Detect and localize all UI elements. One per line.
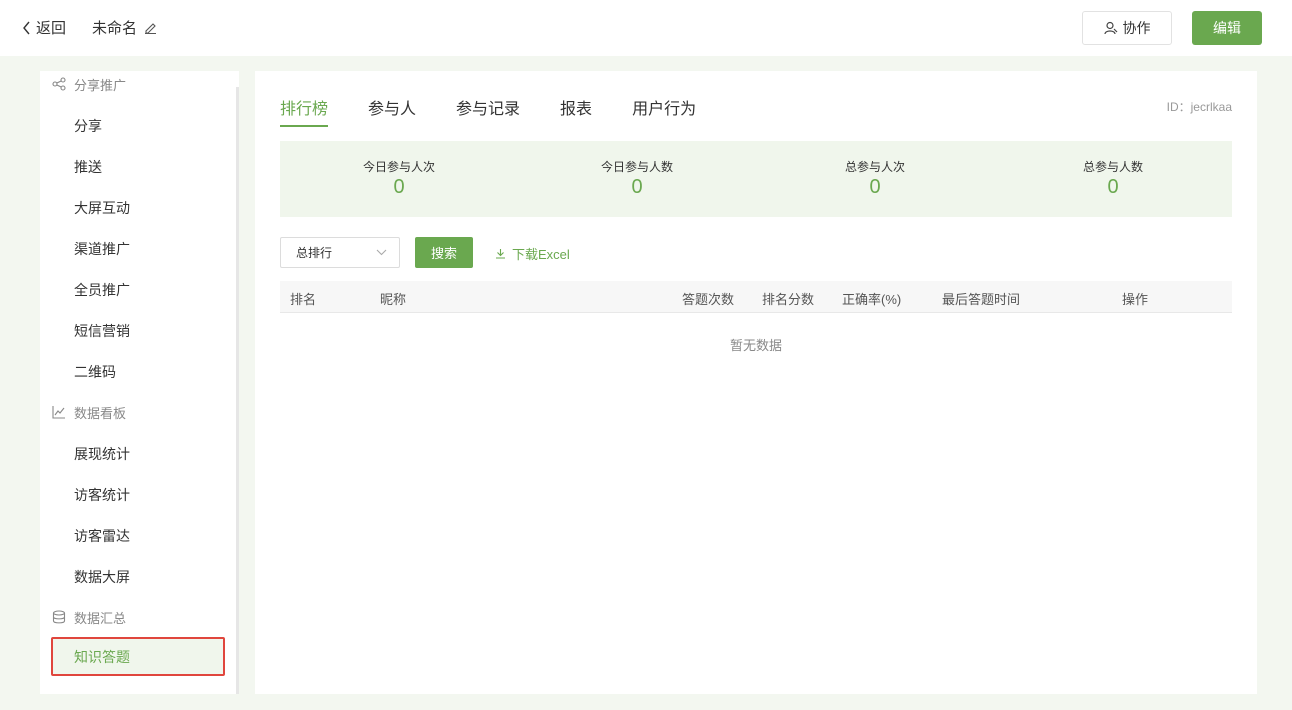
download-label: 下载Excel	[512, 246, 570, 262]
stat-label: 总参与人次	[844, 160, 905, 174]
stat-today-visits: 今日参与人次 0	[280, 141, 518, 217]
stat-value: 0	[1107, 176, 1119, 198]
database-icon	[52, 610, 66, 624]
back-button[interactable]: 返回	[22, 17, 66, 38]
stat-label: 总参与人数	[1082, 160, 1143, 174]
stat-value: 0	[393, 176, 405, 198]
tab-leaderboard[interactable]: 排行榜	[280, 95, 329, 127]
column-answer-count: 答题次数	[682, 292, 735, 307]
ranking-type-select[interactable]: 总排行	[280, 237, 400, 268]
stat-total-visits: 总参与人次 0	[756, 141, 994, 217]
line-chart-icon	[52, 406, 65, 419]
sidebar-item-sms-marketing[interactable]: 短信营销	[74, 320, 130, 342]
tab-participants[interactable]: 参与人	[368, 95, 416, 127]
collaborate-label: 协作	[1122, 20, 1151, 36]
stats-panel: 今日参与人次 0 今日参与人数 0 总参与人次 0 总参与人数 0	[280, 141, 1232, 217]
sidebar: 分享推广 分享 推送 大屏互动 渠道推广 全员推广 短信营销 二维码 数据看板 …	[40, 71, 239, 694]
stat-label: 今日参与人数	[600, 160, 673, 174]
sidebar-item-share[interactable]: 分享	[74, 115, 102, 137]
sidebar-group-summary: 数据汇总	[40, 604, 220, 630]
search-button[interactable]: 搜索	[415, 237, 473, 268]
back-label: 返回	[36, 20, 67, 37]
tab-report[interactable]: 报表	[560, 95, 592, 127]
column-last-answer-time: 最后答题时间	[942, 292, 1021, 307]
column-rank-score: 排名分数	[762, 292, 815, 307]
empty-state-text: 暂无数据	[729, 338, 782, 353]
chevron-left-icon	[23, 21, 30, 34]
sidebar-group-dashboard: 数据看板	[40, 399, 220, 425]
page-title: 未命名	[92, 20, 138, 37]
column-nickname: 昵称	[380, 292, 407, 307]
tab-participation-records[interactable]: 参与记录	[456, 95, 520, 127]
sidebar-item-display-stats[interactable]: 展现统计	[74, 443, 130, 465]
column-rank: 排名	[290, 292, 317, 307]
stat-value: 0	[631, 176, 643, 198]
share-icon	[52, 77, 66, 91]
sidebar-item-staff-promotion[interactable]: 全员推广	[74, 279, 130, 301]
sidebar-item-bigscreen-interaction[interactable]: 大屏互动	[74, 197, 130, 219]
collaborate-button[interactable]: 协作	[1082, 11, 1172, 45]
sidebar-item-quiz[interactable]: 知识答题	[51, 637, 225, 676]
sidebar-item-visitor-stats[interactable]: 访客统计	[74, 484, 130, 506]
column-actions: 操作	[1122, 292, 1149, 307]
sidebar-group-title: 分享推广	[74, 77, 127, 93]
sidebar-scrollbar[interactable]	[236, 87, 239, 694]
user-icon	[1103, 21, 1117, 35]
sidebar-item-qrcode[interactable]: 二维码	[74, 361, 116, 383]
stat-label: 今日参与人次	[362, 160, 435, 174]
stat-value: 0	[869, 176, 881, 198]
stat-total-users: 总参与人数 0	[994, 141, 1232, 217]
tab-user-behavior[interactable]: 用户行为	[632, 95, 696, 127]
table-header: 排名 昵称 答题次数 排名分数 正确率(%) 最后答题时间 操作	[280, 281, 1232, 313]
top-bar: 返回 未命名 协作 编辑	[0, 0, 1292, 56]
sidebar-item-data-bigscreen[interactable]: 数据大屏	[74, 566, 130, 588]
download-excel-link[interactable]: 下载Excel	[495, 243, 570, 263]
download-icon	[496, 248, 505, 259]
column-accuracy: 正确率(%)	[842, 292, 902, 307]
sidebar-item-channel-promotion[interactable]: 渠道推广	[74, 238, 130, 260]
sidebar-group-title: 数据看板	[74, 405, 127, 421]
sidebar-group-share: 分享推广	[40, 71, 220, 97]
sidebar-item-visitor-radar[interactable]: 访客雷达	[74, 525, 130, 547]
chevron-down-icon	[376, 249, 387, 256]
sidebar-item-push[interactable]: 推送	[74, 156, 102, 178]
edit-button[interactable]: 编辑	[1192, 11, 1262, 45]
stat-today-users: 今日参与人数 0	[518, 141, 756, 217]
pencil-icon[interactable]	[144, 21, 157, 34]
tab-bar: 排行榜 参与人 参与记录 报表 用户行为	[280, 95, 736, 127]
main-panel: 排行榜 参与人 参与记录 报表 用户行为 ID：jecrlkaa 今日参与人次 …	[255, 71, 1257, 694]
sidebar-group-title: 数据汇总	[74, 610, 127, 626]
activity-id: ID：jecrlkaa	[1166, 100, 1232, 114]
page-title-wrap: 未命名	[92, 17, 157, 38]
select-value: 总排行	[296, 246, 333, 260]
